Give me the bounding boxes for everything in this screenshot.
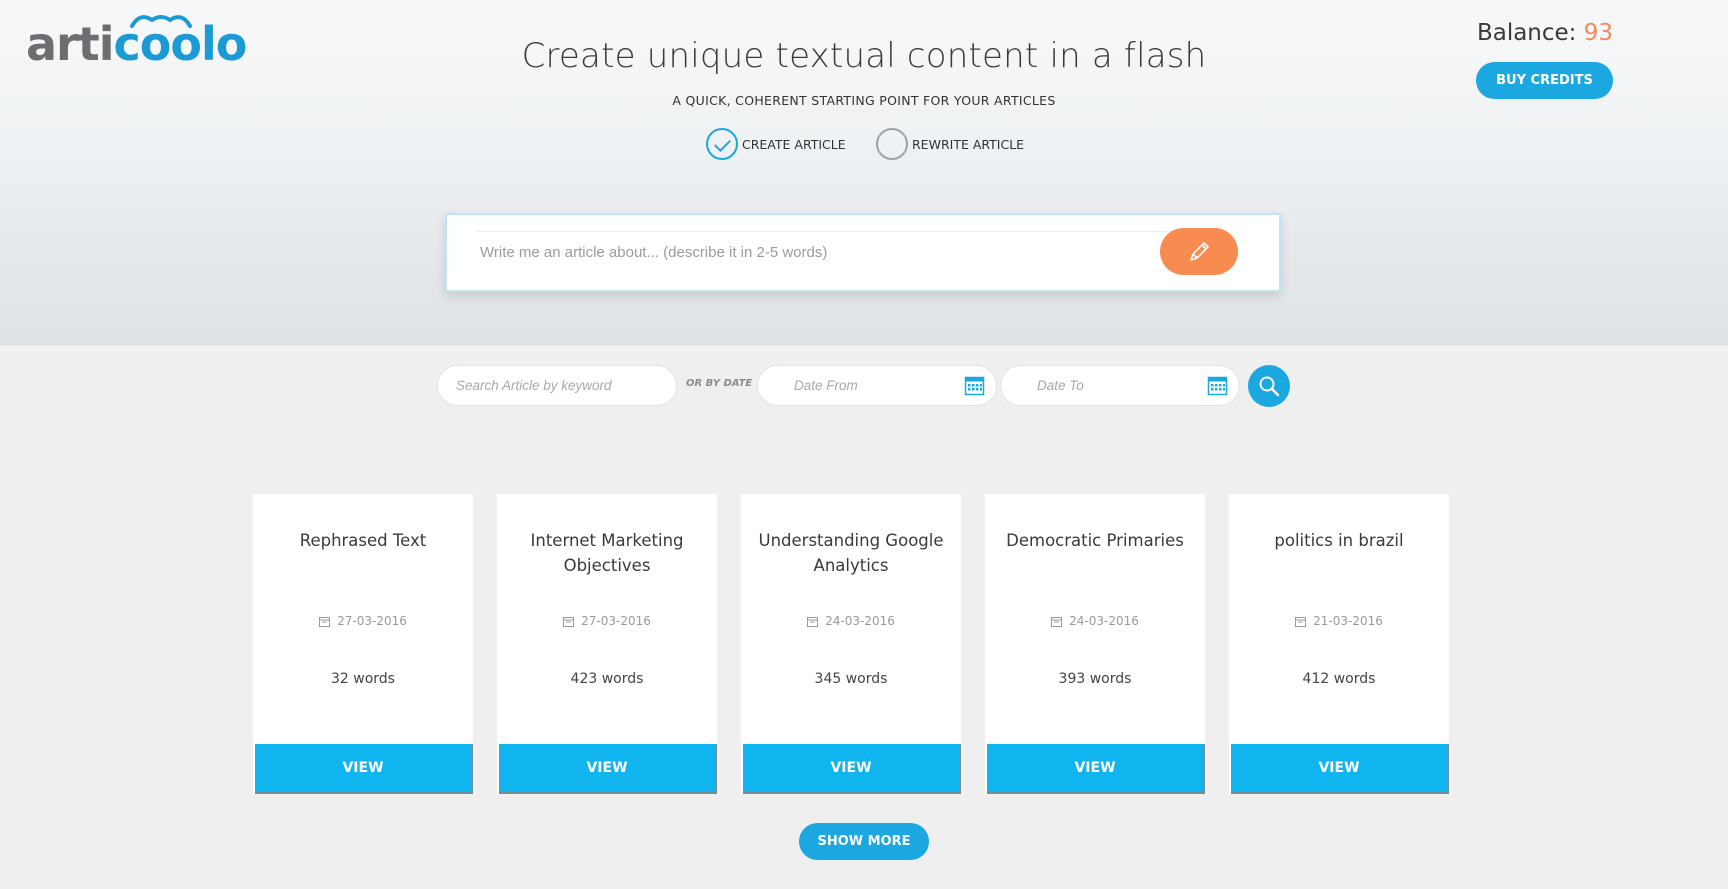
article-date: 24-03-2016: [741, 614, 961, 628]
page-subline: A QUICK, COHERENT STARTING POINT FOR YOU…: [672, 93, 1056, 108]
calendar-icon: [1051, 616, 1063, 627]
article-title: Rephrased Text: [299, 531, 427, 550]
article-title: politics in brazil: [1274, 531, 1404, 550]
calendar-icon: [807, 616, 819, 627]
article-word-count: 345 words: [814, 671, 888, 687]
article-date: 24-03-2016: [985, 614, 1205, 628]
article-date-text: 24-03-2016: [825, 614, 895, 628]
rewrite-article-radio[interactable]: [876, 128, 908, 160]
article-word-count: 412 words: [1302, 671, 1376, 687]
search-button[interactable]: [1248, 365, 1290, 407]
article-topic-input[interactable]: [477, 231, 1219, 273]
calendar-icon[interactable]: [964, 375, 985, 396]
article-prompt-box: [445, 213, 1281, 292]
balance-label: Balance:: [1476, 20, 1577, 46]
calendar-icon: [319, 616, 331, 627]
article-word-count: 393 words: [1058, 671, 1132, 687]
calendar-icon: [563, 616, 575, 627]
article-filter-bar: OR BY DATE: [0, 365, 1728, 407]
article-card: Internet Marketing Objectives 27-03-2016…: [497, 494, 717, 794]
article-word-count: 32 words: [331, 671, 395, 687]
show-more-button[interactable]: SHOW MORE: [799, 823, 929, 860]
view-article-button[interactable]: VIEW: [499, 744, 717, 794]
article-word-count: 423 words: [570, 671, 644, 687]
article-date: 27-03-2016: [253, 614, 473, 628]
balance-display: Balance: 93: [1450, 20, 1640, 46]
create-article-radio[interactable]: [706, 128, 738, 160]
article-date-text: 27-03-2016: [337, 614, 407, 628]
article-card: Understanding Google Analytics 24-03-201…: [741, 494, 961, 794]
article-card: Rephrased Text 27-03-2016 32 words VIEW: [253, 494, 473, 794]
keyword-search-input[interactable]: [456, 366, 661, 405]
rewrite-article-option[interactable]: REWRITE ARTICLE: [876, 128, 1024, 160]
write-article-button[interactable]: [1160, 228, 1238, 275]
hero-banner: arti coolo Create unique textual content …: [0, 0, 1728, 345]
pencil-icon: [1190, 241, 1209, 261]
view-article-button[interactable]: VIEW: [987, 744, 1205, 794]
article-title: Democratic Primaries: [1006, 531, 1184, 550]
calendar-icon[interactable]: [1207, 375, 1228, 396]
date-from-pill: [757, 365, 997, 406]
article-title: Understanding Google Analytics: [758, 531, 944, 575]
article-card: Democratic Primaries 24-03-2016 393 word…: [985, 494, 1205, 794]
article-date-text: 27-03-2016: [581, 614, 651, 628]
balance-value: 93: [1583, 20, 1614, 46]
owl-eyes-icon: [130, 15, 192, 28]
article-date-text: 24-03-2016: [1069, 614, 1139, 628]
article-date: 21-03-2016: [1229, 614, 1449, 628]
buy-credits-button[interactable]: BUY CREDITS: [1476, 62, 1613, 99]
keyword-search-pill: [437, 365, 677, 406]
date-to-input[interactable]: [1037, 366, 1187, 405]
calendar-icon: [1295, 616, 1307, 627]
rewrite-article-label: REWRITE ARTICLE: [912, 136, 1025, 152]
search-icon: [1259, 376, 1280, 397]
article-card: politics in brazil 21-03-2016 412 words …: [1229, 494, 1449, 794]
article-date: 27-03-2016: [497, 614, 717, 628]
or-by-date-label: OR BY DATE: [686, 378, 753, 389]
view-article-button[interactable]: VIEW: [1231, 744, 1449, 794]
date-to-pill: [1000, 365, 1240, 406]
view-article-button[interactable]: VIEW: [255, 744, 473, 794]
create-article-option[interactable]: CREATE ARTICLE: [706, 128, 846, 160]
create-article-label: CREATE ARTICLE: [742, 136, 846, 152]
view-article-button[interactable]: VIEW: [743, 744, 961, 794]
article-title: Internet Marketing Objectives: [530, 531, 684, 575]
date-from-input[interactable]: [794, 366, 944, 405]
article-date-text: 21-03-2016: [1313, 614, 1383, 628]
